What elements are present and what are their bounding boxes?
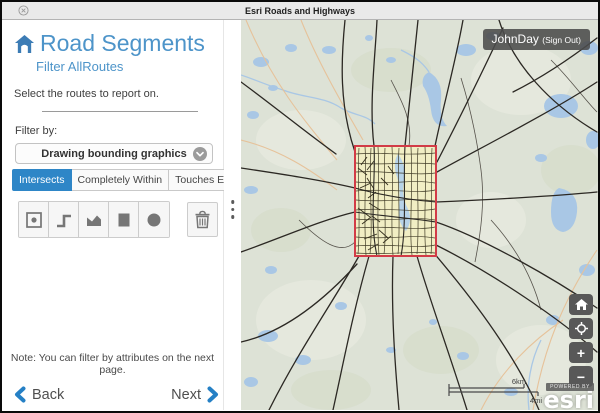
scale-mi-label: 4mi <box>530 396 542 404</box>
divider <box>42 111 198 112</box>
esri-brand-label: esri <box>543 390 594 410</box>
point-tool-button[interactable] <box>19 202 49 237</box>
spatial-filter-tabs: Intersects Completely Within Touches Edg… <box>12 169 223 191</box>
locate-icon <box>575 322 588 335</box>
description-text: Select the routes to report on. <box>14 88 223 100</box>
chevron-down-icon <box>193 147 207 161</box>
map-container[interactable]: JohnDay (Sign Out) + − 6km 4mi <box>241 20 598 410</box>
esri-logo: POWERED BY esri <box>543 383 594 410</box>
polygon-tool-button[interactable] <box>79 202 109 237</box>
back-button[interactable]: Back <box>14 386 64 403</box>
scale-bar: 6km 4mi <box>446 376 546 404</box>
home-extent-button[interactable] <box>569 294 593 315</box>
username-label: JohnDay <box>492 32 539 46</box>
filter-allroutes-link[interactable]: Filter AllRoutes <box>36 59 223 74</box>
dropdown-value: Drawing bounding graphics <box>41 148 186 160</box>
map-controls: + − <box>569 291 593 387</box>
next-button[interactable]: Next <box>171 386 219 403</box>
trash-icon <box>194 210 211 229</box>
basemap <box>241 20 598 410</box>
powered-by-label: POWERED BY <box>546 383 594 391</box>
ellipse-tool-button[interactable] <box>139 202 169 237</box>
chevron-left-icon <box>14 386 26 403</box>
polyline-tool-button[interactable] <box>49 202 79 237</box>
app-window: Esri Roads and Highways Road Segments Fi… <box>0 0 600 413</box>
filter-dropdown[interactable]: Drawing bounding graphics <box>15 143 213 164</box>
titlebar: Esri Roads and Highways <box>2 2 598 20</box>
page-title: Road Segments <box>40 33 205 54</box>
window-title: Esri Roads and Highways <box>245 6 355 16</box>
polyline-icon <box>55 211 73 229</box>
panel-resize-handle[interactable] <box>224 20 241 410</box>
ellipse-icon <box>145 211 163 229</box>
zoom-in-button[interactable]: + <box>569 342 593 363</box>
draw-toolbar <box>18 201 223 238</box>
scale-km-label: 6km <box>512 377 526 386</box>
close-icon[interactable] <box>18 5 29 16</box>
home-icon <box>14 34 35 54</box>
rectangle-tool-button[interactable] <box>109 202 139 237</box>
rectangle-icon <box>115 211 133 229</box>
home-map-icon <box>575 299 588 310</box>
left-panel: Road Segments Filter AllRoutes Select th… <box>2 20 224 410</box>
tab-intersects[interactable]: Intersects <box>12 169 72 191</box>
signout-button[interactable]: JohnDay (Sign Out) <box>483 29 590 50</box>
tab-completely-within[interactable]: Completely Within <box>72 169 170 191</box>
panel-header: Road Segments <box>14 33 223 54</box>
chevron-right-icon <box>207 386 219 403</box>
locate-button[interactable] <box>569 318 593 339</box>
next-label: Next <box>171 387 201 403</box>
polygon-icon <box>85 211 103 229</box>
clear-graphics-button[interactable] <box>187 202 218 237</box>
drag-dots-icon <box>231 196 235 223</box>
note-text: Note: You can filter by attributes on th… <box>2 352 223 376</box>
draw-tool-group <box>18 201 170 238</box>
signout-label: (Sign Out) <box>542 35 581 45</box>
wizard-footer: Back Next <box>14 386 219 403</box>
filter-by-label: Filter by: <box>15 125 223 137</box>
back-label: Back <box>32 387 64 403</box>
point-icon <box>25 211 43 229</box>
